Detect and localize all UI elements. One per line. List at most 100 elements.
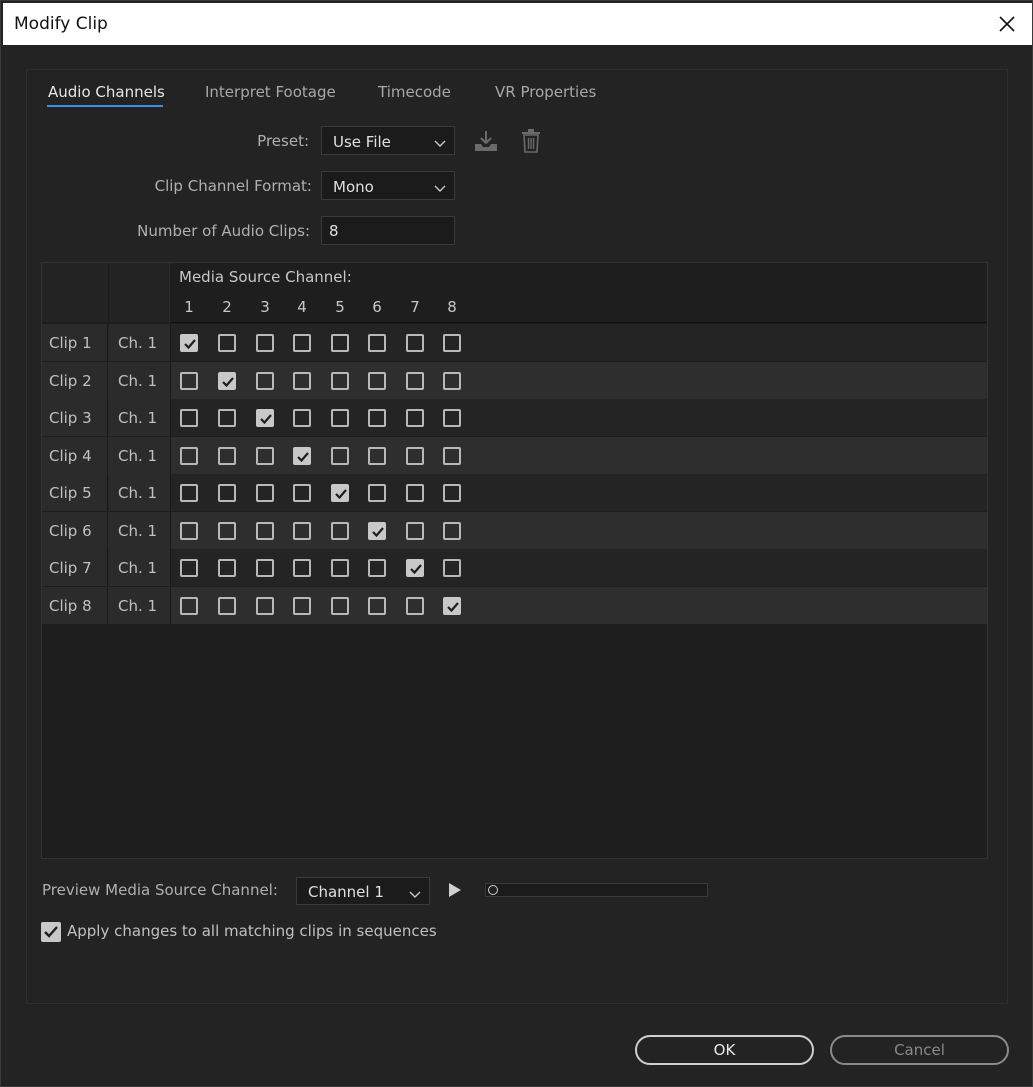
clip-channel-label: Ch. 1 <box>109 399 171 436</box>
slider-thumb[interactable] <box>488 885 498 895</box>
channel-checkbox[interactable] <box>180 447 198 465</box>
chevron-down-icon <box>409 886 421 898</box>
channel-checkbox[interactable] <box>180 559 198 577</box>
channel-checkbox[interactable] <box>256 559 274 577</box>
channel-checkbox[interactable] <box>293 484 311 502</box>
channel-checkbox[interactable] <box>218 522 236 540</box>
table-row: Clip 6 Ch. 1 <box>42 512 987 549</box>
channel-checkbox[interactable] <box>256 522 274 540</box>
channel-checkbox[interactable] <box>218 447 236 465</box>
channel-checkbox[interactable] <box>293 372 311 390</box>
channel-checkbox[interactable] <box>218 484 236 502</box>
preview-channel-dropdown[interactable]: Channel 1 <box>296 877 430 905</box>
channel-checkbox[interactable] <box>406 522 424 540</box>
channel-checkbox[interactable] <box>443 597 461 615</box>
channel-checkbox[interactable] <box>406 484 424 502</box>
channel-checkbox[interactable] <box>331 372 349 390</box>
active-tab-indicator <box>47 105 163 107</box>
channel-checkbox[interactable] <box>180 334 198 352</box>
preview-media-source-channel-label: Preview Media Source Channel: <box>42 881 278 899</box>
channel-checkbox[interactable] <box>180 522 198 540</box>
play-icon[interactable] <box>447 881 463 899</box>
channel-checkbox[interactable] <box>443 559 461 577</box>
clip-label: Clip 6 <box>42 512 108 549</box>
channel-checkbox[interactable] <box>443 334 461 352</box>
channel-checkbox[interactable] <box>443 372 461 390</box>
channel-checkbox[interactable] <box>331 484 349 502</box>
channel-checkbox[interactable] <box>293 409 311 427</box>
channel-checkbox[interactable] <box>406 372 424 390</box>
channel-checkbox[interactable] <box>256 334 274 352</box>
channel-checkbox[interactable] <box>443 522 461 540</box>
channel-checkbox[interactable] <box>331 522 349 540</box>
preset-dropdown[interactable]: Use File <box>321 126 455 155</box>
channel-checkbox[interactable] <box>293 447 311 465</box>
channel-checkbox[interactable] <box>293 559 311 577</box>
apply-all-checkbox[interactable] <box>41 922 61 942</box>
channel-checkbox[interactable] <box>218 372 236 390</box>
channel-checkbox[interactable] <box>331 409 349 427</box>
column-header-6: 6 <box>372 298 382 316</box>
ok-button[interactable]: OK <box>635 1035 814 1065</box>
channel-checkbox[interactable] <box>331 597 349 615</box>
clip-channel-format-dropdown[interactable]: Mono <box>321 171 455 200</box>
tab-audio-channels[interactable]: Audio Channels <box>48 83 165 101</box>
number-of-audio-clips-input[interactable]: 8 <box>321 216 455 245</box>
channel-checkbox[interactable] <box>443 484 461 502</box>
cancel-button[interactable]: Cancel <box>830 1035 1009 1065</box>
grid-header-separator <box>108 263 109 322</box>
tab-vr-properties[interactable]: VR Properties <box>495 83 596 101</box>
channel-checkbox[interactable] <box>331 559 349 577</box>
column-header-8: 8 <box>447 298 457 316</box>
channel-checkbox[interactable] <box>331 447 349 465</box>
channel-checkbox[interactable] <box>368 484 386 502</box>
preset-value: Use File <box>333 133 391 151</box>
channel-checkbox[interactable] <box>293 597 311 615</box>
grid-header-corner <box>42 263 170 322</box>
tab-interpret-footage[interactable]: Interpret Footage <box>205 83 336 101</box>
channel-checkbox[interactable] <box>368 334 386 352</box>
channel-checkbox[interactable] <box>368 597 386 615</box>
channel-checkbox[interactable] <box>293 334 311 352</box>
preview-channel-value: Channel 1 <box>308 883 384 901</box>
channel-checkbox[interactable] <box>368 447 386 465</box>
channel-checkbox[interactable] <box>256 484 274 502</box>
trash-icon[interactable] <box>521 129 541 157</box>
channel-checkbox[interactable] <box>368 559 386 577</box>
channel-checkbox[interactable] <box>218 559 236 577</box>
clip-channel-format-label: Clip Channel Format: <box>154 177 312 195</box>
column-header-5: 5 <box>335 298 345 316</box>
preview-scrub-slider[interactable] <box>485 883 708 897</box>
column-header-2: 2 <box>222 298 232 316</box>
channel-checkbox[interactable] <box>180 372 198 390</box>
channel-checkbox[interactable] <box>406 447 424 465</box>
channel-checkbox[interactable] <box>331 334 349 352</box>
channel-checkbox[interactable] <box>256 447 274 465</box>
dialog-title: Modify Clip <box>14 14 108 34</box>
channel-checkbox[interactable] <box>368 522 386 540</box>
channel-checkbox[interactable] <box>218 334 236 352</box>
column-header-3: 3 <box>260 298 270 316</box>
channel-checkbox[interactable] <box>368 409 386 427</box>
channel-checkbox[interactable] <box>293 522 311 540</box>
close-icon[interactable] <box>994 11 1020 37</box>
download-preset-icon[interactable] <box>474 130 498 156</box>
channel-checkbox[interactable] <box>180 409 198 427</box>
channel-checkbox[interactable] <box>180 484 198 502</box>
channel-checkbox[interactable] <box>256 409 274 427</box>
channel-checkbox[interactable] <box>218 597 236 615</box>
channel-checkbox[interactable] <box>368 372 386 390</box>
tab-timecode[interactable]: Timecode <box>378 83 451 101</box>
channel-checkbox[interactable] <box>406 559 424 577</box>
table-row: Clip 2 Ch. 1 <box>42 362 987 399</box>
channel-checkbox[interactable] <box>180 597 198 615</box>
channel-checkbox[interactable] <box>443 447 461 465</box>
channel-checkbox[interactable] <box>406 334 424 352</box>
apply-all-label: Apply changes to all matching clips in s… <box>67 922 437 940</box>
channel-checkbox[interactable] <box>218 409 236 427</box>
channel-checkbox[interactable] <box>406 597 424 615</box>
channel-checkbox[interactable] <box>443 409 461 427</box>
channel-checkbox[interactable] <box>406 409 424 427</box>
channel-checkbox[interactable] <box>256 597 274 615</box>
channel-checkbox[interactable] <box>256 372 274 390</box>
